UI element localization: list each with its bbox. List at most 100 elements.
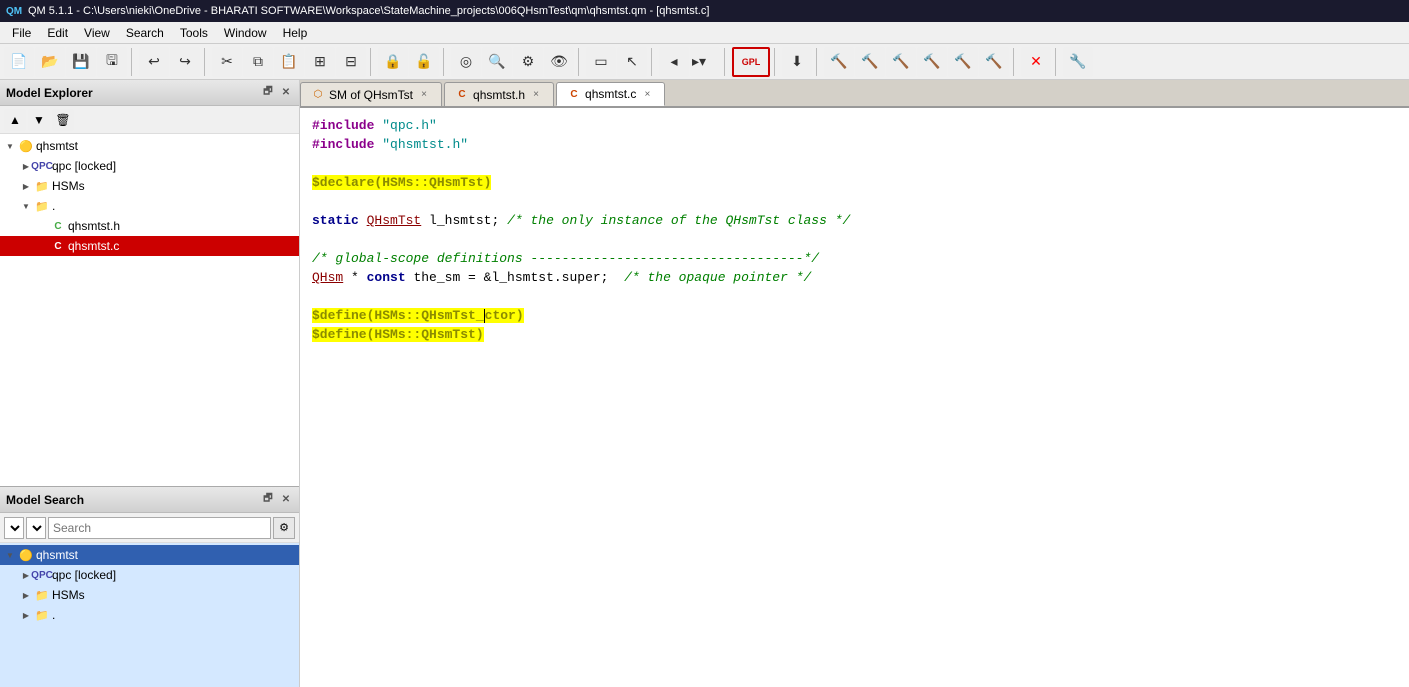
build-button[interactable]: 🔨: [824, 47, 854, 77]
tree-item-dot[interactable]: ▼ 📁 .: [0, 196, 299, 216]
search-restore-button[interactable]: 🗗: [261, 493, 275, 507]
search-scope-dropdown[interactable]: ▼: [26, 517, 46, 539]
menu-edit[interactable]: Edit: [39, 24, 76, 42]
search-go-button[interactable]: ⚙: [273, 517, 295, 539]
menu-search[interactable]: Search: [118, 24, 172, 42]
model-explorer-title: Model Explorer: [6, 86, 93, 100]
unlock-button[interactable]: 🔓: [409, 47, 439, 77]
cut-button[interactable]: ✂: [212, 47, 242, 77]
save-button[interactable]: 🖫: [97, 47, 127, 77]
code-editor[interactable]: #include "qpc.h" #include "qhsmtst.h" $d…: [300, 108, 1409, 687]
s-label-dot: .: [52, 608, 55, 622]
paste-button[interactable]: 📋: [274, 47, 304, 77]
gpl-button[interactable]: GPL: [732, 47, 770, 77]
tree-item-qhsmtst-h[interactable]: C qhsmtst.h: [0, 216, 299, 236]
c-tab-close[interactable]: ×: [640, 87, 654, 101]
title-text: QM 5.1.1 - C:\Users\nieki\OneDrive - BHA…: [28, 5, 709, 17]
search-type-dropdown[interactable]: ▼: [4, 517, 24, 539]
tree-item-qpc[interactable]: ▶ QPC qpc [locked]: [0, 156, 299, 176]
build2-button[interactable]: 🔨: [855, 47, 885, 77]
h-tab-close[interactable]: ×: [529, 88, 543, 102]
right-panel: ⬡ SM of QHsmTst × C qhsmtst.h × C qhsmts…: [300, 80, 1409, 687]
sm-tab-icon: ⬡: [311, 88, 325, 102]
s-toggle-dot[interactable]: ▶: [20, 609, 32, 621]
download-button[interactable]: ⬇: [782, 47, 812, 77]
c-tab-label: qhsmtst.c: [585, 87, 636, 101]
sm-tab-close[interactable]: ×: [417, 88, 431, 102]
build3-button[interactable]: 🔨: [886, 47, 916, 77]
qpc-icon: QPC: [34, 158, 50, 174]
search-input[interactable]: [48, 517, 271, 539]
separator-1: [131, 48, 135, 76]
menu-file[interactable]: File: [4, 24, 39, 42]
s-toggle-qhsmtst[interactable]: ▼: [4, 549, 16, 561]
delete-button[interactable]: 🗑: [52, 109, 74, 131]
search-tree-qhsmtst[interactable]: ▼ 🟡 qhsmtst: [0, 545, 299, 565]
build6-button[interactable]: 🔨: [979, 47, 1009, 77]
separator-6: [651, 48, 655, 76]
code-line-8: /* global-scope definitions ------------…: [312, 249, 1397, 268]
tab-bar: ⬡ SM of QHsmTst × C qhsmtst.h × C qhsmts…: [300, 80, 1409, 108]
code-line-2: #include "qhsmtst.h": [312, 135, 1397, 154]
tree-item-qhsmtst-c[interactable]: C qhsmtst.c: [0, 236, 299, 256]
s-label-qhsmtst: qhsmtst: [36, 548, 78, 562]
save-all-button[interactable]: 💾: [66, 47, 96, 77]
menu-view[interactable]: View: [76, 24, 118, 42]
stop-button[interactable]: ✕: [1021, 47, 1051, 77]
tree-item-hsms[interactable]: ▶ 📁 HSMs: [0, 176, 299, 196]
tree-item-qhsmtst[interactable]: ▼ 🟡 qhsmtst: [0, 136, 299, 156]
s-folder-icon-qhsmtst: 🟡: [18, 547, 34, 563]
paste2-button[interactable]: ⊟: [336, 47, 366, 77]
search-tree-hsms[interactable]: ▶ 📁 HSMs: [0, 585, 299, 605]
search-toolbar-button[interactable]: 🔍: [482, 47, 512, 77]
wrench-button[interactable]: 🔧: [1063, 47, 1093, 77]
tab-qhsmtst-h[interactable]: C qhsmtst.h ×: [444, 82, 554, 106]
code-line-11: $define(HSMs::QHsmTst_ctor): [312, 306, 1397, 325]
eye-button[interactable]: 👁: [544, 47, 574, 77]
menu-help[interactable]: Help: [275, 24, 316, 42]
tree-label-qhsmtst: qhsmtst: [36, 139, 78, 153]
close-panel-button[interactable]: ✕: [279, 86, 293, 100]
toggle-qhsmtst-c: [36, 240, 48, 252]
code-line-7: [312, 230, 1397, 249]
tab-qhsmtst-c[interactable]: C qhsmtst.c ×: [556, 82, 665, 106]
nav-back-button[interactable]: ◂: [659, 47, 689, 77]
model-search: Model Search 🗗 ✕ ▼ ▼ ⚙ ▼: [0, 487, 299, 687]
redo-button[interactable]: ↪: [170, 47, 200, 77]
build5-button[interactable]: 🔨: [948, 47, 978, 77]
restore-button[interactable]: 🗗: [261, 86, 275, 100]
toggle-qhsmtst[interactable]: ▼: [4, 140, 16, 152]
pointer-button[interactable]: ↖: [617, 47, 647, 77]
expand-up-button[interactable]: ▲: [4, 109, 26, 131]
menu-tools[interactable]: Tools: [172, 24, 216, 42]
s-label-hsms: HSMs: [52, 588, 85, 602]
tab-sm-qhsmtst[interactable]: ⬡ SM of QHsmTst ×: [300, 82, 442, 106]
build4-button[interactable]: 🔨: [917, 47, 947, 77]
model-search-title: Model Search: [6, 493, 84, 507]
target-button[interactable]: ◎: [451, 47, 481, 77]
separator-8: [774, 48, 778, 76]
undo-button[interactable]: ↩: [139, 47, 169, 77]
adjust-button[interactable]: ⚙: [513, 47, 543, 77]
open-button[interactable]: 📂: [35, 47, 65, 77]
search-close-button[interactable]: ✕: [279, 493, 293, 507]
screen-button[interactable]: ▭: [586, 47, 616, 77]
toggle-hsms[interactable]: ▶: [20, 180, 32, 192]
nav-fwd-button[interactable]: ▸▾: [690, 47, 720, 77]
h-file-icon: C: [50, 218, 66, 234]
tree-label-qhsmtst-c: qhsmtst.c: [68, 239, 119, 253]
copy-button[interactable]: ⧉: [243, 47, 273, 77]
lock-button[interactable]: 🔒: [378, 47, 408, 77]
new-button[interactable]: 📄: [4, 47, 34, 77]
app-icon: QM: [6, 3, 22, 19]
copy2-button[interactable]: ⊞: [305, 47, 335, 77]
tree-label-dot: .: [52, 199, 55, 213]
tree-label-qpc: qpc [locked]: [52, 159, 116, 173]
search-tree-dot[interactable]: ▶ 📁 .: [0, 605, 299, 625]
menu-window[interactable]: Window: [216, 24, 275, 42]
search-tree-qpc[interactable]: ▶ QPC qpc [locked]: [0, 565, 299, 585]
toggle-dot[interactable]: ▼: [20, 200, 32, 212]
expand-down-button[interactable]: ▼: [28, 109, 50, 131]
separator-7: [724, 48, 728, 76]
s-toggle-hsms[interactable]: ▶: [20, 589, 32, 601]
